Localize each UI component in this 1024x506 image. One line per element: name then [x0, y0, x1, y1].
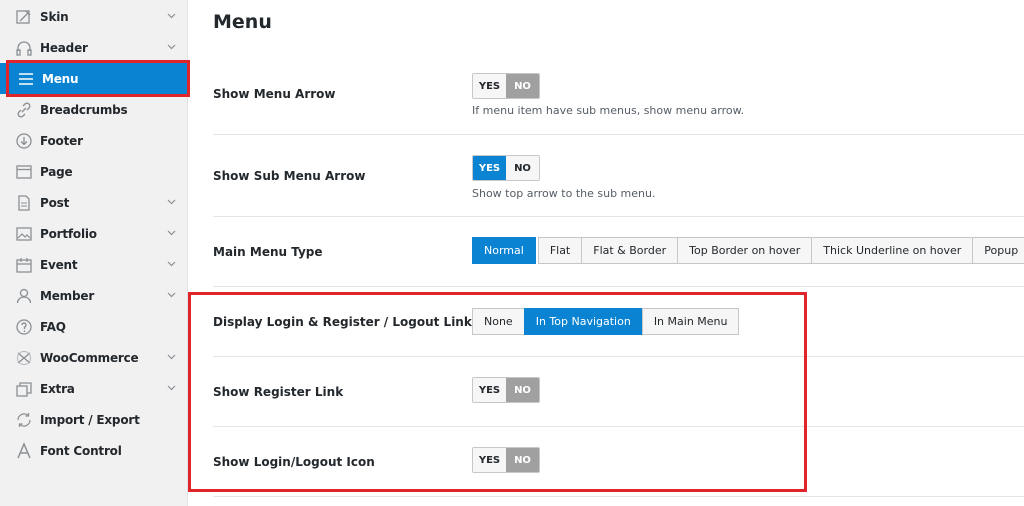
option-popup[interactable]: Popup	[972, 237, 1024, 264]
sidebar-item-label: Post	[40, 195, 70, 210]
setting-label: Show Sub Menu Arrow	[213, 169, 366, 183]
setting-description: If menu item have sub menus, show menu a…	[472, 104, 745, 117]
sidebar-item-label: Breadcrumbs	[40, 102, 128, 117]
woocommerce-icon	[14, 348, 34, 368]
sidebar-item-label: WooCommerce	[40, 350, 139, 365]
option-top-border-on-hover[interactable]: Top Border on hover	[677, 237, 813, 264]
sidebar-item-label: Event	[40, 257, 78, 272]
sidebar-item-footer[interactable]: Footer	[0, 125, 188, 156]
setting-row-show-sub-menu-arrow: Show Sub Menu Arrow YES NO Show top arro…	[213, 135, 1024, 217]
no-option[interactable]: NO	[506, 156, 539, 180]
yes-option[interactable]: YES	[473, 74, 506, 98]
setting-description: Show top arrow to the sub menu.	[472, 187, 656, 200]
chevron-down-icon	[167, 385, 176, 391]
sidebar-item-label: Skin	[40, 9, 69, 24]
page-title: Menu	[213, 11, 272, 33]
setting-label: Main Menu Type	[213, 245, 323, 259]
sidebar-item-breadcrumbs[interactable]: Breadcrumbs	[0, 94, 188, 125]
sidebar-item-label: Extra	[40, 381, 75, 396]
option-flat-border[interactable]: Flat & Border	[581, 237, 679, 264]
main-menu-type-selector[interactable]: Normal Flat Flat & Border Top Border on …	[472, 237, 1024, 264]
no-option[interactable]: NO	[506, 74, 539, 98]
annotation-highlight-box	[188, 292, 807, 492]
refresh-icon	[14, 410, 34, 430]
option-flat[interactable]: Flat	[537, 237, 583, 264]
sidebar-item-import-export[interactable]: Import / Export	[0, 404, 188, 435]
user-icon	[14, 286, 34, 306]
chevron-down-icon	[167, 292, 176, 298]
sidebar-item-label: Header	[40, 40, 88, 55]
option-thick-underline-on-hover[interactable]: Thick Underline on hover	[811, 237, 974, 264]
sidebar-item-label: FAQ	[40, 319, 66, 334]
sidebar-item-portfolio[interactable]: Portfolio	[0, 218, 188, 249]
font-a-icon	[14, 441, 34, 461]
sidebar-item-extra[interactable]: Extra	[0, 373, 188, 404]
calendar-icon	[14, 255, 34, 275]
layers-icon	[14, 379, 34, 399]
document-icon	[14, 193, 34, 213]
sidebar-item-font-control[interactable]: Font Control	[0, 435, 188, 466]
option-normal[interactable]: Normal	[472, 237, 536, 264]
paintbrush-icon	[14, 7, 34, 27]
show-sub-menu-arrow-toggle[interactable]: YES NO	[472, 155, 540, 181]
sidebar-item-label: Member	[40, 288, 95, 303]
chevron-down-icon	[167, 261, 176, 267]
sidebar-item-header[interactable]: Header	[0, 32, 188, 63]
setting-row-show-menu-arrow: Show Menu Arrow YES NO If menu item have…	[213, 56, 1024, 135]
sidebar-item-page[interactable]: Page	[0, 156, 188, 187]
headphones-icon	[14, 38, 34, 58]
sidebar-item-label: Font Control	[40, 443, 122, 458]
show-menu-arrow-toggle[interactable]: YES NO	[472, 73, 540, 99]
sidebar-item-post[interactable]: Post	[0, 187, 188, 218]
question-circle-icon	[14, 317, 34, 337]
sidebar-item-label: Page	[40, 164, 73, 179]
sidebar-item-label: Portfolio	[40, 226, 97, 241]
arrow-down-circle-icon	[14, 131, 34, 151]
link-icon	[14, 100, 34, 120]
setting-label: Show Menu Arrow	[213, 87, 336, 101]
sidebar-item-skin[interactable]: Skin	[0, 1, 188, 32]
active-item-highlight	[6, 60, 190, 97]
sidebar-item-faq[interactable]: FAQ	[0, 311, 188, 342]
setting-row-main-menu-type: Main Menu Type Normal Flat Flat & Border…	[213, 217, 1024, 287]
sidebar-item-woocommerce[interactable]: WooCommerce	[0, 342, 188, 373]
sidebar-item-event[interactable]: Event	[0, 249, 188, 280]
browser-window-icon	[14, 162, 34, 182]
chevron-down-icon	[167, 44, 176, 50]
yes-option[interactable]: YES	[473, 156, 506, 180]
sidebar-item-label: Import / Export	[40, 412, 140, 427]
chevron-down-icon	[167, 354, 176, 360]
sidebar-item-label: Footer	[40, 133, 83, 148]
chevron-down-icon	[167, 13, 176, 19]
image-icon	[14, 224, 34, 244]
sidebar-item-member[interactable]: Member	[0, 280, 188, 311]
chevron-down-icon	[167, 230, 176, 236]
chevron-down-icon	[167, 199, 176, 205]
